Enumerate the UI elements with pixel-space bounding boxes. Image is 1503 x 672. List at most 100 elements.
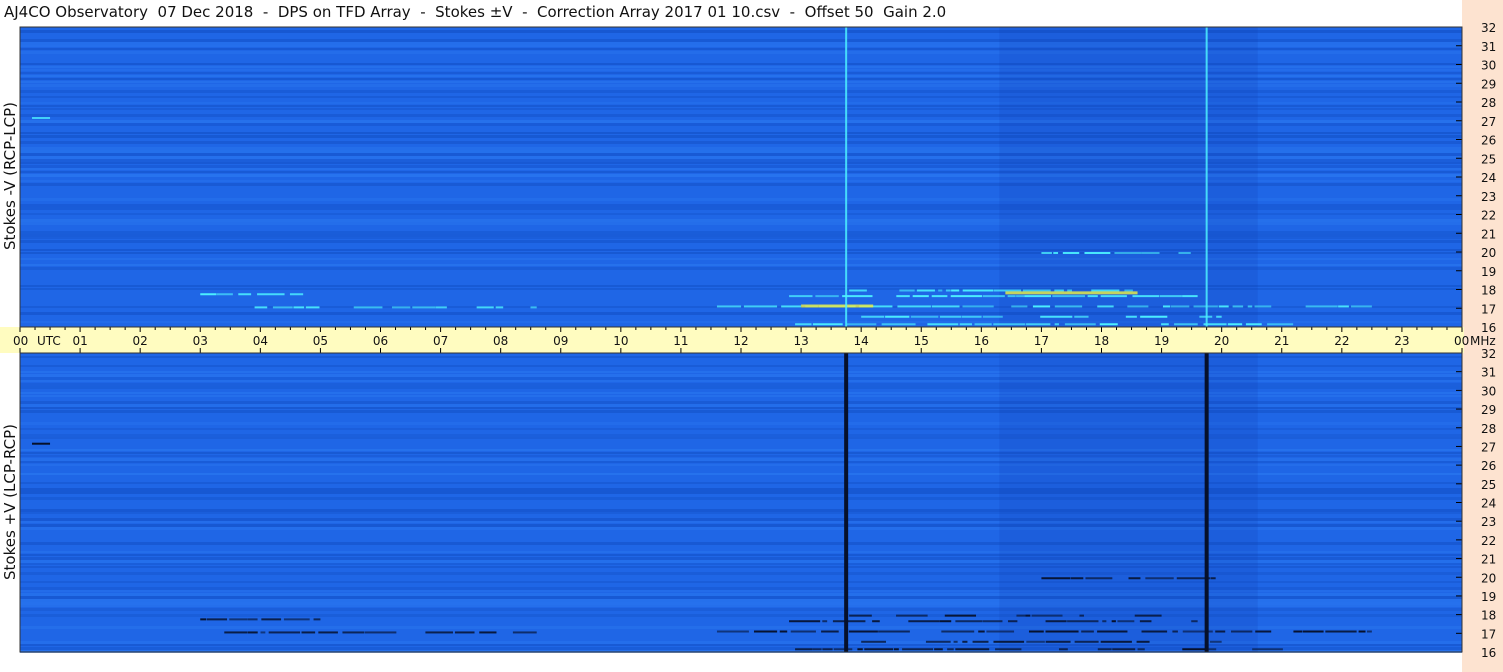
burst-streak xyxy=(1022,289,1051,292)
burst-streak xyxy=(1208,648,1217,651)
burst-streak xyxy=(950,295,983,298)
burst-streak xyxy=(1267,323,1294,326)
y-tick-label: 23 xyxy=(1481,190,1496,204)
burst-streak xyxy=(1172,630,1178,633)
y-tick-label: 27 xyxy=(1481,440,1496,454)
burst-streak xyxy=(479,631,497,634)
burst-streak xyxy=(1097,648,1112,651)
burst-streak xyxy=(1216,315,1222,318)
burst-streak xyxy=(1145,577,1174,580)
x-tick-label: 05 xyxy=(313,334,328,348)
burst-streak xyxy=(815,295,839,298)
burst-streak xyxy=(229,618,248,621)
burst-intense xyxy=(1005,291,1138,295)
burst-streak xyxy=(512,631,537,634)
burst-streak xyxy=(1141,630,1168,633)
burst-streak xyxy=(897,305,931,308)
burst-streak xyxy=(1025,614,1031,617)
y-tick-label: 32 xyxy=(1481,21,1496,35)
burst-streak xyxy=(945,289,951,292)
y-tick-label: 19 xyxy=(1481,265,1496,279)
burst-streak xyxy=(953,640,958,643)
y-tick-label: 21 xyxy=(1481,227,1496,241)
burst-streak xyxy=(1067,289,1072,292)
burst-streak xyxy=(849,289,867,292)
burst-streak xyxy=(206,618,228,621)
x-tick-label: 08 xyxy=(493,334,508,348)
burst-streak xyxy=(1209,640,1222,643)
burst-streak xyxy=(1128,577,1141,580)
burst-streak xyxy=(716,305,742,308)
burst-streak xyxy=(364,631,397,634)
y-tick-label: 32 xyxy=(1481,347,1496,361)
y-tick-label: 26 xyxy=(1481,134,1496,148)
burst-streak xyxy=(268,631,301,634)
burst-intense xyxy=(801,304,874,308)
burst-streak xyxy=(1062,252,1080,254)
burst-streak xyxy=(962,640,968,643)
x-tick-label: 09 xyxy=(553,334,568,348)
burst-streak xyxy=(247,631,258,634)
burst-streak xyxy=(789,295,813,298)
burst-streak xyxy=(779,630,788,633)
burst-streak xyxy=(1040,315,1073,318)
burst-streak xyxy=(993,323,1026,326)
y-tick-label: 24 xyxy=(1481,171,1496,185)
burst-streak xyxy=(1325,630,1357,633)
burst-streak xyxy=(789,620,821,623)
x-tick-label: 20 xyxy=(1214,334,1229,348)
burst-streak xyxy=(986,630,1015,633)
burst-streak xyxy=(1182,295,1198,298)
burst-streak xyxy=(1252,648,1283,651)
burst-streak xyxy=(238,293,252,296)
burst-streak xyxy=(1124,289,1133,292)
burst-streak xyxy=(993,289,1022,292)
burst-streak xyxy=(32,117,51,119)
x-tick-label: 06 xyxy=(373,334,388,348)
burst-streak xyxy=(301,631,316,634)
burst-streak xyxy=(848,630,878,633)
burst-streak xyxy=(978,630,985,633)
y-tick-label: 19 xyxy=(1481,590,1496,604)
burst-streak xyxy=(1141,252,1160,254)
y-unit-label: MHz xyxy=(1470,334,1496,348)
burst-streak xyxy=(261,618,282,621)
burst-streak xyxy=(353,306,383,309)
burst-streak xyxy=(962,289,994,292)
y-tick-label: 16 xyxy=(1481,646,1496,660)
burst-streak xyxy=(1007,620,1018,623)
x-tick-label: 10 xyxy=(613,334,628,348)
burst-streak xyxy=(1058,648,1068,651)
burst-streak xyxy=(916,289,935,292)
burst-streak xyxy=(1218,305,1229,308)
burst-streak xyxy=(934,648,943,651)
burst-streak xyxy=(1045,620,1067,623)
x-tick-label: 12 xyxy=(733,334,748,348)
x-tick-label: 02 xyxy=(133,334,148,348)
x-tick-label: 11 xyxy=(673,334,688,348)
burst-streak xyxy=(1358,630,1366,633)
vertical-marker-line xyxy=(845,27,848,327)
burst-streak xyxy=(1054,305,1083,308)
burst-streak xyxy=(951,289,960,292)
burst-streak xyxy=(893,648,899,651)
x-tick-label: 00 xyxy=(1454,334,1469,348)
burst-streak xyxy=(1227,323,1243,326)
burst-streak xyxy=(1024,295,1051,298)
burst-streak xyxy=(1127,305,1149,308)
burst-streak xyxy=(959,323,973,326)
burst-streak xyxy=(833,648,853,651)
y-tick-label: 24 xyxy=(1481,497,1496,511)
y-tick-label: 31 xyxy=(1481,366,1496,380)
burst-streak xyxy=(1117,620,1135,623)
burst-streak xyxy=(1215,630,1226,633)
burst-streak xyxy=(857,648,863,651)
burst-streak xyxy=(849,614,872,617)
burst-streak xyxy=(832,620,866,623)
burst-streak xyxy=(1302,630,1324,633)
burst-streak xyxy=(972,640,989,643)
burst-streak xyxy=(1091,289,1120,292)
x-tick-label: 17 xyxy=(1034,334,1049,348)
burst-streak xyxy=(944,614,977,617)
x-tick-label: 03 xyxy=(193,334,208,348)
